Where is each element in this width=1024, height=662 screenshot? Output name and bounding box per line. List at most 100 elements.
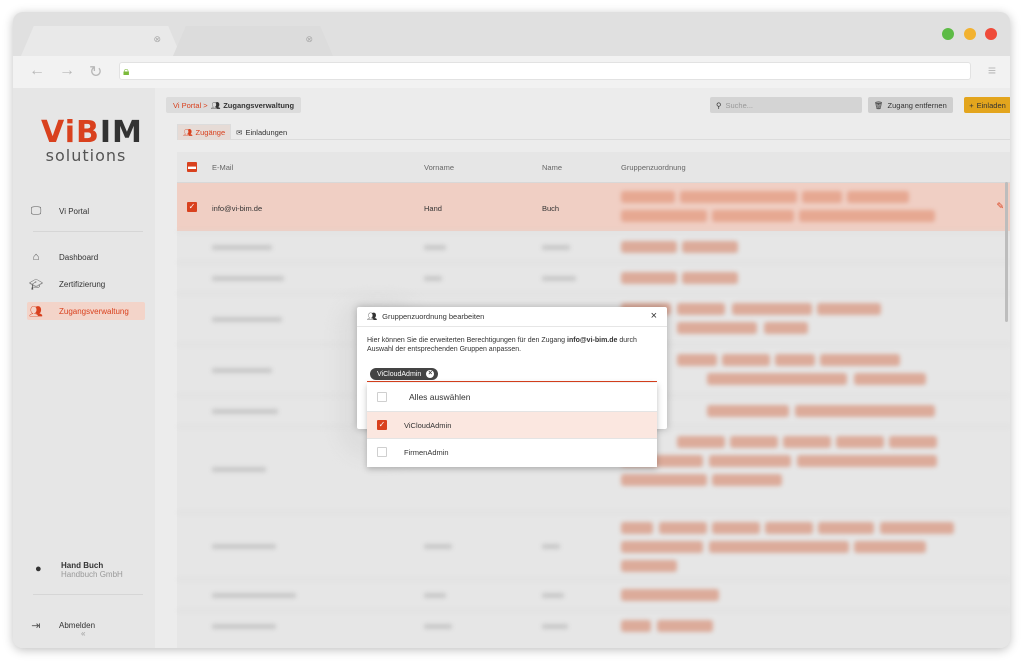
row-vorname: Hand	[424, 204, 442, 213]
modal-email: info@vi-bim.de	[567, 337, 618, 344]
envelope-icon: ✉	[236, 127, 243, 137]
browser-toolbar: ← → ↻ 🔒︎ ≡	[13, 56, 1010, 88]
table-row[interactable]	[177, 512, 1010, 579]
plus-icon: +	[969, 100, 974, 110]
sidebar-divider	[33, 231, 143, 232]
table-scrollbar[interactable]	[1005, 182, 1008, 322]
breadcrumb: Vi Portal > 👥︎ Zugangsverwaltung	[166, 97, 302, 113]
table-row[interactable]: ✓ info@vi-bim.de Hand Buch ✎	[177, 182, 1010, 231]
forward-arrow-icon[interactable]: →	[59, 62, 75, 80]
logout-icon: ⇥	[31, 619, 41, 632]
url-bar[interactable]: 🔒︎	[119, 62, 971, 80]
selected-group-tag: ViCloudAdmin ×	[370, 368, 439, 380]
tab-zugaenge[interactable]: 👥︎ Zugänge	[177, 124, 232, 140]
option-label: FirmenAdmin	[404, 447, 449, 457]
menu-icon[interactable]: ≡	[988, 62, 996, 78]
table-row[interactable]	[177, 579, 1010, 610]
collapse-sidebar-button[interactable]: «	[81, 629, 85, 638]
tab-einladungen[interactable]: ✉ Einladungen	[231, 124, 292, 140]
option-label: ViCloudAdmin	[404, 420, 452, 430]
logo-text: ViB	[41, 115, 100, 150]
tab-label: Einladungen	[245, 127, 288, 137]
search-placeholder: Suche...	[725, 100, 754, 110]
tab-bar: 👥︎ Zugänge ✉ Einladungen	[177, 124, 1010, 140]
browser-tab[interactable]: ⊗	[21, 26, 181, 56]
sidebar-item-label: Zertifizierung	[59, 279, 106, 289]
user-name: Hand Buch	[61, 561, 104, 570]
table-header: ▬ E-Mail Vorname Name Gruppenzuordnung	[177, 152, 1010, 182]
logout-button[interactable]: ⇥ Abmelden	[27, 616, 145, 634]
sidebar-item-label: Dashboard	[59, 252, 99, 262]
invite-button[interactable]: + Einladen	[964, 97, 1010, 113]
option-label: Alles auswählen	[409, 392, 471, 402]
browser-tabbar: ⊗ ⊗	[13, 12, 1010, 56]
sidebar-item-vi-portal[interactable]: 🖵︎ Vi Portal	[27, 202, 145, 220]
modal-text: Hier können Sie die erweiterten Berechti…	[367, 337, 568, 344]
breadcrumb-root-link[interactable]: Vi Portal >	[173, 101, 208, 110]
breadcrumb-current: Zugangsverwaltung	[223, 100, 295, 110]
table-row[interactable]	[177, 610, 1010, 641]
modal-description: Hier können Sie die erweiterten Berechti…	[367, 336, 657, 354]
vibim-logo: ViBIM solutions	[41, 115, 142, 166]
column-header-name[interactable]: Name	[542, 163, 562, 172]
close-tab-icon[interactable]: ⊗	[305, 34, 313, 45]
user-company: Handbuch GmbH	[61, 570, 123, 579]
option-checkbox[interactable]	[377, 447, 387, 457]
remove-tag-icon[interactable]: ×	[426, 370, 435, 378]
tag-label: ViCloudAdmin	[377, 370, 422, 378]
modal-title: Gruppenzuordnung bearbeiten	[382, 312, 485, 321]
table-row[interactable]	[177, 231, 1010, 262]
logout-label: Abmelden	[59, 620, 96, 630]
table-row[interactable]	[177, 262, 1010, 293]
user-icon: ●	[35, 563, 42, 575]
group-tag-input[interactable]: ViCloudAdmin ×	[367, 366, 657, 382]
minimize-icon[interactable]	[964, 28, 976, 40]
row-name: Buch	[542, 204, 560, 213]
sidebar-item-dashboard[interactable]: ⌂ Dashboard	[27, 248, 145, 266]
logo-subtitle: solutions	[45, 146, 127, 165]
users-icon: 👥︎	[210, 100, 221, 110]
remove-access-button[interactable]: 🗑︎ Zugang entfernen	[868, 97, 953, 113]
sidebar: ViBIM solutions 🖵︎ Vi Portal ⌂ Dashboard…	[13, 88, 155, 648]
option-vicloudadmin[interactable]: ✓ ViCloudAdmin	[367, 412, 657, 438]
users-icon: 👥︎	[29, 305, 43, 318]
select-all-option[interactable]: Alles auswählen	[367, 383, 657, 411]
select-all-checkbox[interactable]	[377, 392, 387, 402]
option-checkbox[interactable]: ✓	[377, 420, 387, 430]
graduation-cap-icon: 🎓︎	[29, 278, 43, 291]
tab-label: Zugänge	[195, 128, 226, 137]
modal-header: 👥︎ Gruppenzuordnung bearbeiten	[357, 307, 667, 327]
close-modal-button[interactable]: ×	[651, 310, 657, 322]
option-firmenadmin[interactable]: FirmenAdmin	[367, 439, 657, 465]
users-icon: 👥︎	[367, 312, 378, 321]
lock-icon: 🔒︎	[123, 64, 130, 78]
users-icon: 👥︎	[183, 128, 193, 137]
column-header-email[interactable]: E-Mail	[212, 163, 233, 172]
monitor-icon: 🖵︎	[30, 204, 42, 217]
back-arrow-icon[interactable]: ←	[29, 62, 45, 80]
trash-icon: 🗑︎	[874, 100, 884, 110]
edit-pencil-icon[interactable]: ✎	[996, 201, 1004, 212]
sidebar-divider	[33, 594, 143, 595]
select-all-rows-checkbox[interactable]: ▬	[187, 162, 197, 172]
search-input[interactable]: ⚲ Suche...	[710, 97, 862, 113]
sidebar-item-zertifizierung[interactable]: 🎓︎ Zertifizierung	[27, 275, 145, 293]
maximize-icon[interactable]	[942, 28, 954, 40]
logo-text: IM	[99, 115, 143, 150]
sidebar-item-label: Zugangsverwaltung	[59, 306, 129, 316]
sidebar-item-zugangsverwaltung[interactable]: 👥︎ Zugangsverwaltung	[27, 302, 145, 320]
reload-icon[interactable]: ↻	[89, 62, 102, 82]
close-tab-icon[interactable]: ⊗	[153, 34, 161, 45]
search-icon: ⚲	[716, 100, 722, 110]
row-email: info@vi-bim.de	[212, 204, 263, 213]
remove-access-label: Zugang entfernen	[887, 100, 947, 110]
row-checkbox[interactable]: ✓	[187, 202, 197, 212]
invite-label: Einladen	[976, 100, 1006, 110]
home-icon: ⌂	[32, 251, 40, 263]
browser-tab[interactable]: ⊗	[173, 26, 333, 56]
sidebar-item-label: Vi Portal	[59, 206, 90, 216]
group-dropdown: Alles auswählen ✓ ViCloudAdmin FirmenAdm…	[367, 383, 657, 467]
close-window-icon[interactable]	[985, 28, 997, 40]
column-header-gruppenzuordnung[interactable]: Gruppenzuordnung	[621, 163, 686, 172]
column-header-vorname[interactable]: Vorname	[424, 163, 454, 172]
